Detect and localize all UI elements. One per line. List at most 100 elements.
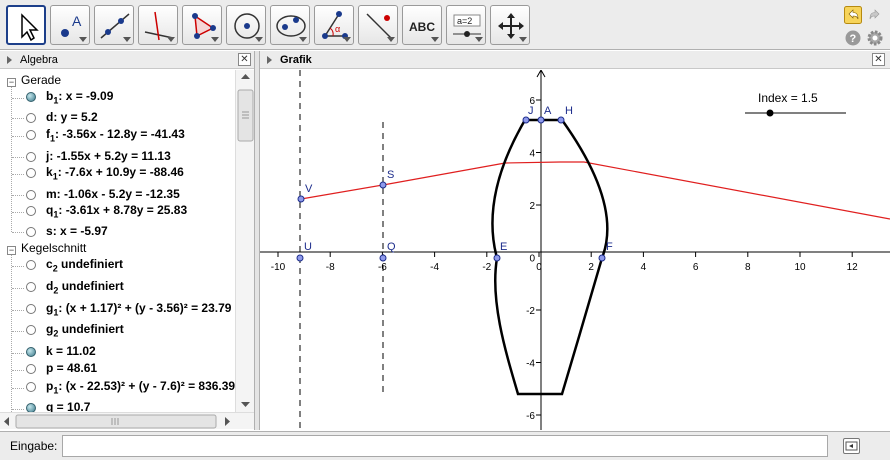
x-tick-label: -4	[430, 262, 439, 273]
expand-arrow-icon[interactable]	[7, 56, 12, 64]
reflect-tool-button[interactable]	[358, 5, 398, 45]
visibility-toggle[interactable]	[26, 113, 36, 123]
polygon-tool-button[interactable]	[182, 5, 222, 45]
visibility-toggle[interactable]	[26, 130, 36, 140]
visibility-toggle[interactable]	[26, 282, 36, 292]
visibility-toggle[interactable]	[26, 190, 36, 200]
point-tool-button[interactable]: A	[50, 5, 90, 45]
menu-arrow-icon	[387, 37, 395, 42]
keyboard-toggle-button[interactable]	[843, 438, 860, 454]
visibility-toggle[interactable]	[26, 206, 36, 216]
cursor-arrow-icon	[21, 13, 39, 42]
visibility-toggle[interactable]	[26, 347, 36, 357]
toolbar: A α ABC a=2 ?	[0, 0, 890, 50]
menu-arrow-icon	[255, 37, 263, 42]
algebra-view: − Gerade b1: x = -9.09 d: y = 5.2 f1: -3.…	[0, 70, 254, 412]
text-tool-button[interactable]: ABC	[402, 5, 442, 45]
x-tick-label: 10	[794, 262, 806, 273]
point-F[interactable]: F	[598, 241, 613, 262]
scrollbar-graphics	[237, 74, 254, 407]
redo-button[interactable]	[866, 6, 884, 24]
point-H[interactable]: H	[557, 105, 573, 124]
help-icon: ?	[845, 30, 861, 46]
index-slider[interactable]: Index = 1.5	[745, 91, 846, 117]
point-label: E	[500, 241, 507, 253]
settings-button[interactable]	[866, 29, 884, 47]
point-label: Q	[387, 241, 396, 253]
scroll-up-icon	[241, 74, 250, 79]
slider-handle	[766, 109, 774, 117]
tree-branch	[12, 195, 24, 196]
move-tool-button[interactable]	[6, 5, 46, 45]
algebra-close-button[interactable]: ✕	[238, 53, 251, 66]
tree-branch	[12, 353, 24, 354]
command-input[interactable]	[62, 435, 828, 457]
line-tool-button[interactable]	[94, 5, 134, 45]
scroll-thumb	[15, 414, 217, 429]
slider-tool-button[interactable]: a=2	[446, 5, 486, 45]
point-S[interactable]: S	[379, 169, 394, 189]
x-tick-label: -10	[271, 262, 286, 273]
group-kegelschnitt[interactable]: − Kegelschnitt	[7, 241, 86, 255]
collapse-icon[interactable]: −	[7, 246, 16, 255]
tree-branch	[12, 409, 24, 410]
y-tick-label: 2	[529, 201, 535, 212]
item-text: q1: -3.61x + 8.78y = 25.83	[46, 203, 188, 220]
perpendicular-tool-button[interactable]	[138, 5, 178, 45]
point-label: F	[606, 241, 613, 253]
point-U[interactable]: U	[296, 241, 312, 262]
visibility-toggle[interactable]	[26, 403, 36, 412]
item-text: f1: -3.56x - 12.8y = -41.43	[46, 127, 185, 144]
algebra-vertical-scrollbar[interactable]	[235, 70, 254, 412]
tree-connector	[11, 86, 12, 232]
angle-tool-button[interactable]: α	[314, 5, 354, 45]
menu-arrow-icon	[431, 37, 439, 42]
group-label: Gerade	[21, 73, 62, 87]
visibility-toggle[interactable]	[26, 382, 36, 392]
help-button[interactable]: ?	[844, 29, 862, 47]
algebra-horizontal-scrollbar[interactable]	[0, 412, 254, 429]
x-tick-label: 8	[745, 262, 751, 273]
collapse-icon[interactable]: −	[7, 78, 16, 87]
item-text: q = 10.7	[46, 400, 91, 412]
point-Q[interactable]: Q	[379, 241, 396, 262]
point-label: J	[528, 105, 534, 117]
item-text: j: -1.55x + 5.2y = 11.13	[46, 149, 171, 163]
graphics-title: Grafik	[280, 54, 312, 66]
visibility-toggle[interactable]	[26, 152, 36, 162]
y-tick-label: -6	[526, 411, 535, 422]
y-axis-ticks: 6420-2-4-6	[526, 96, 541, 422]
group-label: Kegelschnitt	[21, 241, 87, 255]
text-tool-label: ABC	[409, 20, 435, 34]
y-tick-label: -2	[526, 306, 535, 317]
x-tick-label: 2	[588, 262, 594, 273]
visibility-toggle[interactable]	[26, 364, 36, 374]
gear-icon	[867, 30, 883, 46]
input-bar: Eingabe:	[0, 431, 890, 460]
tree-branch	[12, 212, 24, 213]
keyboard-icon	[845, 441, 858, 451]
tree-branch	[12, 310, 24, 311]
group-gerade[interactable]: − Gerade	[7, 73, 61, 87]
tree-branch	[12, 331, 24, 332]
geometry-canvas[interactable]: -10 -8 -6 -4 -2 0 2 4 6 8 10 12 6420-2-4-6 J A H S …	[260, 70, 890, 430]
graphics-close-button[interactable]: ✕	[872, 53, 885, 66]
y-tick-label: -4	[526, 359, 535, 370]
visibility-toggle[interactable]	[26, 304, 36, 314]
visibility-toggle[interactable]	[26, 260, 36, 270]
move-view-tool-button[interactable]	[490, 5, 530, 45]
graphics-header: Grafik ✕	[260, 51, 890, 69]
x-tick-label: 0	[536, 262, 542, 273]
conic-tool-button[interactable]	[270, 5, 310, 45]
visibility-toggle[interactable]	[26, 325, 36, 335]
undo-button[interactable]	[844, 6, 862, 24]
lens-shape[interactable]	[491, 118, 609, 396]
slider-label: Index = 1.5	[758, 91, 818, 105]
expand-arrow-icon[interactable]	[267, 56, 272, 64]
visibility-toggle[interactable]	[26, 227, 36, 237]
circle-tool-button[interactable]	[226, 5, 266, 45]
tree-branch	[12, 118, 24, 119]
graphics-view[interactable]: -10 -8 -6 -4 -2 0 2 4 6 8 10 12 6 4 2 0 -2 -4 -6 J A H S …	[260, 70, 890, 430]
visibility-toggle[interactable]	[26, 92, 36, 102]
visibility-toggle[interactable]	[26, 168, 36, 178]
